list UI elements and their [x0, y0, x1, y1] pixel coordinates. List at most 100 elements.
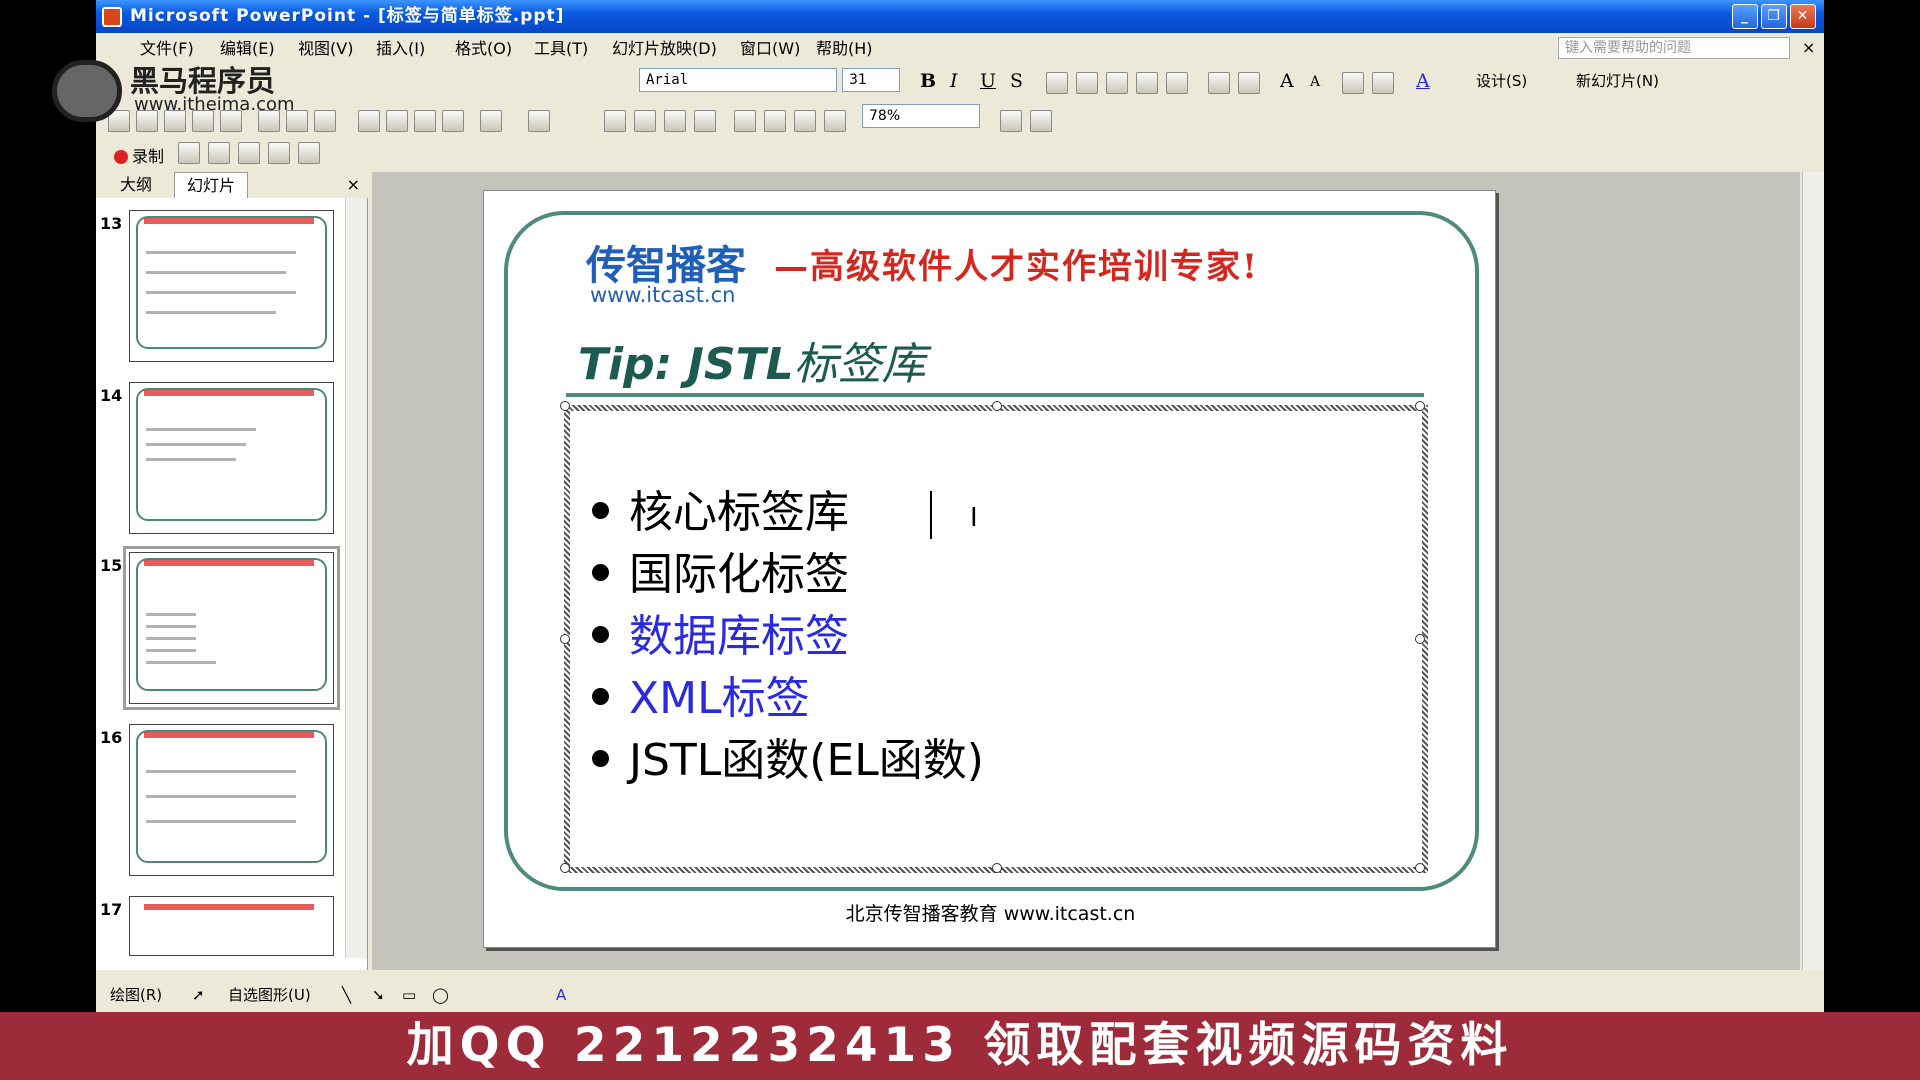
minimize-button[interactable]: _	[1732, 4, 1758, 29]
powerpoint-icon	[102, 7, 122, 27]
undo-icon[interactable]	[480, 110, 502, 132]
help-search-input[interactable]: 键入需要帮助的问题	[1558, 37, 1790, 59]
resize-handle[interactable]	[560, 863, 570, 873]
chart-icon[interactable]	[604, 110, 626, 132]
close-doc-icon[interactable]: ×	[1802, 38, 1815, 57]
draw-menu[interactable]: 绘图(R)	[110, 978, 162, 1012]
color-icon[interactable]	[824, 110, 846, 132]
record-label: 录制	[132, 147, 165, 166]
align-right-icon[interactable]	[1106, 72, 1128, 94]
shrink-font-button[interactable]: A	[1310, 74, 1320, 90]
screen: Microsoft PowerPoint - [标签与简单标签.ppt] _ ❐…	[0, 0, 1920, 1080]
tab-slides[interactable]: 幻灯片	[174, 172, 249, 198]
slide[interactable]: 传智播客 www.itcast.cn —高级软件人才实作培训专家! Tip: J…	[483, 190, 1496, 948]
record-button[interactable]: 录制	[114, 143, 164, 167]
pane-close-icon[interactable]: ×	[347, 172, 360, 198]
slide-footer: 北京传智播客教育 www.itcast.cn	[845, 903, 1136, 925]
comment-icon[interactable]	[208, 142, 230, 164]
expand-icon[interactable]	[734, 110, 756, 132]
slide-title[interactable]: Tip: JSTL标签库	[578, 328, 926, 392]
question-icon[interactable]	[298, 142, 320, 164]
slide-thumbnail-15[interactable]	[123, 546, 340, 710]
justify-icon[interactable]	[1136, 72, 1158, 94]
slide-thumbnail-14[interactable]	[129, 382, 334, 534]
font-color-icon[interactable]: A	[556, 978, 566, 1012]
bullet-item: XML标签	[592, 671, 810, 727]
align-left-icon[interactable]	[1046, 72, 1068, 94]
color-scheme-icon[interactable]	[1030, 110, 1052, 132]
line-icon[interactable]: ╲	[342, 978, 351, 1012]
drawing-toolbar: 绘图(R) ➚ 自选图形(U) ╲ ➘ ▭ ◯ A	[96, 978, 1824, 1012]
bold-button[interactable]: B	[920, 70, 936, 92]
title-rule	[566, 393, 1424, 397]
resize-handle[interactable]	[1415, 863, 1425, 873]
decrease-indent-icon[interactable]	[1342, 72, 1364, 94]
formatting-icon[interactable]	[764, 110, 786, 132]
menu-tools[interactable]: 工具(T)	[534, 33, 588, 65]
font-size-select[interactable]: 31	[842, 68, 900, 92]
rectangle-icon[interactable]: ▭	[402, 978, 416, 1012]
resize-handle[interactable]	[992, 863, 1002, 873]
font-color-button[interactable]: A	[1416, 70, 1430, 92]
paste-icon[interactable]	[414, 110, 436, 132]
slides-pane: 大纲 幻灯片 × 13 14 15 16 17	[96, 172, 368, 970]
watermark-url: www.itheima.com	[134, 94, 295, 115]
resize-handle[interactable]	[992, 401, 1002, 411]
menu-help[interactable]: 帮助(H)	[816, 33, 873, 65]
heima-watermark: 黑马程序员 www.itheima.com	[52, 52, 412, 122]
autoshapes-menu[interactable]: 自选图形(U)	[228, 978, 311, 1012]
bullet-item: 数据库标签	[592, 609, 849, 665]
font-select[interactable]: Arial	[639, 68, 837, 92]
oval-icon[interactable]: ◯	[432, 978, 449, 1012]
slides-icon[interactable]	[238, 142, 260, 164]
content-textbox[interactable]: 核心标签库 I 国际化标签 数据库标签 XML标签 JSTL函数(EL函数)	[560, 401, 1428, 873]
help-icon[interactable]	[1000, 110, 1022, 132]
arrow-icon[interactable]: ➘	[372, 978, 385, 1012]
menu-window[interactable]: 窗口(W)	[740, 33, 800, 65]
bullet-item: JSTL函数(EL函数)	[592, 733, 984, 789]
resize-handle[interactable]	[1415, 634, 1425, 644]
underline-button[interactable]: U	[980, 70, 996, 92]
select-arrow-icon[interactable]: ➚	[192, 978, 205, 1012]
menu-slideshow[interactable]: 幻灯片放映(D)	[612, 33, 717, 65]
tab-outline[interactable]: 大纲	[108, 172, 164, 198]
slide-slogan: —高级软件人才实作培训专家!	[774, 247, 1259, 287]
logo-url: www.itcast.cn	[590, 283, 736, 307]
numbering-icon[interactable]	[1208, 72, 1230, 94]
close-button[interactable]: ✕	[1790, 4, 1816, 29]
shadow-button[interactable]: S	[1010, 70, 1023, 92]
vertical-scrollbar[interactable]	[1802, 172, 1824, 970]
ibeam-cursor-icon: I	[970, 503, 978, 533]
redo-icon[interactable]	[528, 110, 550, 132]
review-icon[interactable]	[178, 142, 200, 164]
slide-thumbnail-17[interactable]	[129, 896, 334, 956]
tables-borders-icon[interactable]	[664, 110, 686, 132]
design-button[interactable]: 设计(S)	[1476, 70, 1527, 91]
resize-handle[interactable]	[560, 401, 570, 411]
maximize-button[interactable]: ❐	[1761, 4, 1787, 29]
align-center-icon[interactable]	[1076, 72, 1098, 94]
italic-button[interactable]: I	[950, 70, 958, 92]
bullet-item: 核心标签库	[592, 485, 849, 541]
title-part-1: Tip: JSTL	[578, 339, 794, 390]
insert-toolbar	[604, 104, 854, 138]
distribute-icon[interactable]	[1166, 72, 1188, 94]
notes-icon[interactable]	[268, 142, 290, 164]
resize-handle[interactable]	[1415, 401, 1425, 411]
table-icon[interactable]	[634, 110, 656, 132]
grid-icon[interactable]	[794, 110, 816, 132]
hyperlink-icon[interactable]	[694, 110, 716, 132]
new-slide-button[interactable]: 新幻灯片(N)	[1576, 70, 1659, 91]
pane-scrollbar[interactable]	[345, 198, 367, 958]
bullets-icon[interactable]	[1238, 72, 1260, 94]
resize-handle[interactable]	[560, 634, 570, 644]
menu-format[interactable]: 格式(O)	[455, 33, 512, 65]
pane-tabs: 大纲 幻灯片 ×	[96, 172, 368, 198]
text-caret	[930, 491, 932, 539]
format-painter-icon[interactable]	[442, 110, 464, 132]
grow-font-button[interactable]: A	[1280, 70, 1294, 92]
increase-indent-icon[interactable]	[1372, 72, 1394, 94]
slide-thumbnail-16[interactable]	[129, 724, 334, 876]
zoom-select[interactable]: 78%	[862, 104, 980, 128]
slide-thumbnail-13[interactable]	[129, 210, 334, 362]
